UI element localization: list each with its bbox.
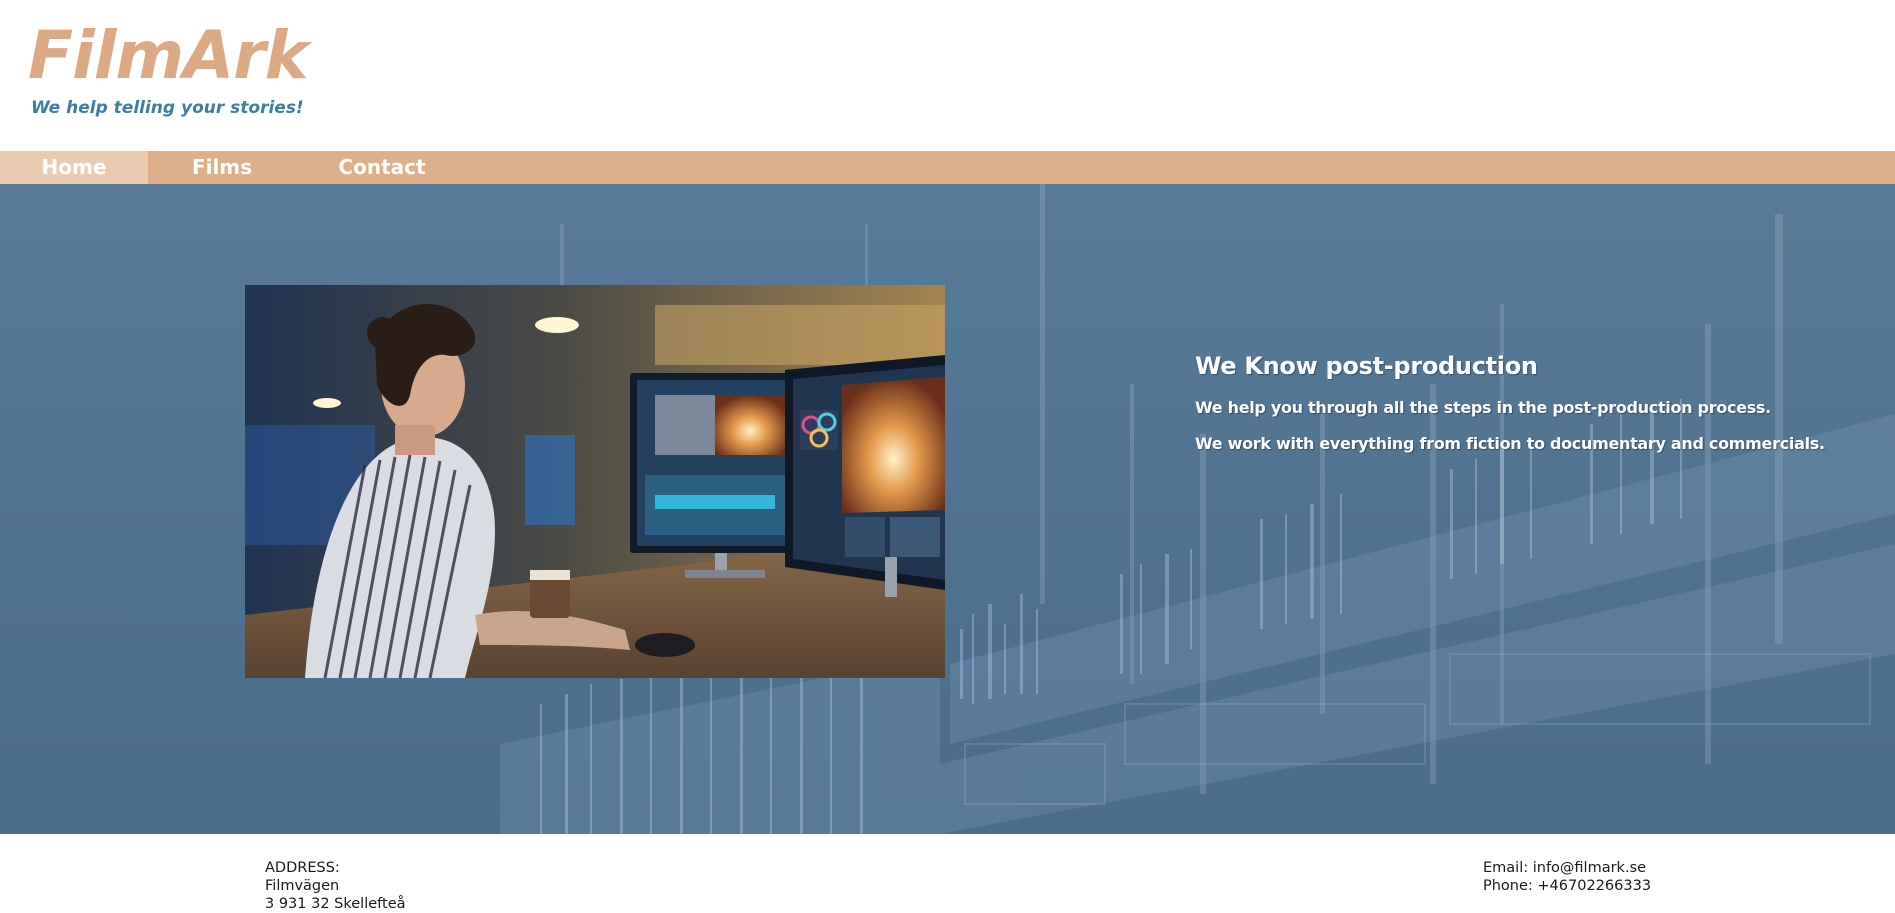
nav-item-films[interactable]: Films (148, 151, 296, 184)
hero-section: We Know post-production We help you thro… (0, 184, 1895, 834)
editor-photo-image (245, 285, 945, 678)
footer-email[interactable]: Email: info@filmark.se (1483, 859, 1651, 877)
footer-address: ADDRESS: Filmvägen 3 931 32 Skellefteå (265, 859, 406, 913)
site-header: FilmArk We help telling your stories! (0, 0, 1895, 151)
address-street: Filmvägen (265, 878, 340, 894)
site-footer: ADDRESS: Filmvägen 3 931 32 Skellefteå E… (0, 834, 1895, 913)
address-heading: ADDRESS: (265, 860, 340, 876)
address-city: 3 931 32 Skellefteå (265, 896, 406, 912)
nav-item-home[interactable]: Home (0, 151, 148, 184)
footer-contact: Email: info@filmark.se Phone: +467022663… (1483, 859, 1651, 895)
main-nav: Home Films Contact (0, 151, 1895, 184)
footer-phone[interactable]: Phone: +46702266333 (1483, 877, 1651, 895)
site-logo[interactable]: FilmArk (28, 18, 309, 94)
site-tagline: We help telling your stories! (31, 98, 304, 118)
hero-title: We Know post-production (1195, 352, 1538, 380)
nav-item-contact[interactable]: Contact (296, 151, 468, 184)
editor-at-workstation-photo (245, 285, 945, 678)
hero-paragraph-process: We help you through all the steps in the… (1195, 398, 1771, 417)
hero-text-block: We Know post-production We help you thro… (1195, 352, 1825, 470)
hero-paragraph-genres: We work with everything from fiction to … (1195, 434, 1825, 453)
